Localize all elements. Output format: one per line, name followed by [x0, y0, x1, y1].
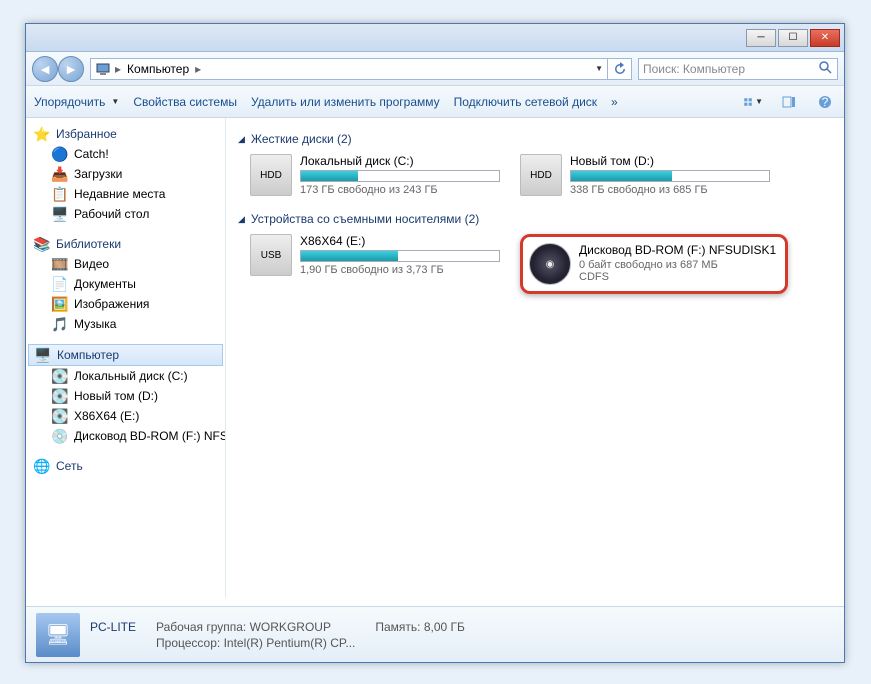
- status-name: PC-LITE: [90, 620, 136, 634]
- navbar: ◄ ► ▸ Компьютер ▸ ▼ Поиск: Компьютер: [26, 52, 844, 86]
- sidebar-item-drive-e[interactable]: 💽X86X64 (E:): [26, 406, 225, 426]
- recent-icon: 📋: [52, 186, 68, 202]
- refresh-button[interactable]: [608, 58, 632, 80]
- libraries-icon: 📚: [34, 236, 50, 252]
- sidebar-item-desktop[interactable]: 🖥️Рабочий стол: [26, 204, 225, 224]
- drive-e[interactable]: USB X86X64 (E:) 1,90 ГБ свободно из 3,73…: [250, 234, 500, 294]
- minimize-button[interactable]: ─: [746, 29, 776, 47]
- network-icon: 🌐: [34, 458, 50, 474]
- catch-icon: 🔵: [52, 146, 68, 162]
- address-bar[interactable]: ▸ Компьютер ▸ ▼: [90, 58, 608, 80]
- explorer-window: ─ ☐ ✕ ◄ ► ▸ Компьютер ▸ ▼ Поиск: Компьют…: [25, 23, 845, 663]
- drive-icon: 💽: [52, 408, 68, 424]
- organize-button[interactable]: Упорядочить▼: [34, 95, 119, 109]
- titlebar[interactable]: ─ ☐ ✕: [26, 24, 844, 52]
- sidebar-computer[interactable]: 🖥️ Компьютер: [28, 344, 223, 366]
- drive-free: 338 ГБ свободно из 685 ГБ: [570, 184, 770, 196]
- usage-bar: [300, 170, 500, 182]
- computer-icon: 🖥️: [35, 347, 51, 363]
- search-placeholder: Поиск: Компьютер: [643, 62, 745, 76]
- star-icon: ⭐: [34, 126, 50, 142]
- documents-icon: 📄: [52, 276, 68, 292]
- drive-label: Новый том (D:): [570, 154, 770, 168]
- pictures-icon: 🖼️: [52, 296, 68, 312]
- collapse-icon: ◢: [238, 214, 245, 225]
- breadcrumb-arrow[interactable]: ▸: [191, 62, 205, 76]
- preview-pane-button[interactable]: [778, 91, 800, 113]
- drive-label: X86X64 (E:): [300, 234, 500, 248]
- drive-fs: CDFS: [579, 271, 779, 283]
- help-button[interactable]: ?: [814, 91, 836, 113]
- usage-bar: [300, 250, 500, 262]
- sidebar-item-catch[interactable]: 🔵Catch!: [26, 144, 225, 164]
- forward-button[interactable]: ►: [58, 56, 84, 82]
- cpu-label: Процессор:: [156, 636, 220, 650]
- content-pane: ◢ Жесткие диски (2) HDD Локальный диск (…: [226, 118, 844, 598]
- address-dropdown[interactable]: ▼: [595, 64, 603, 73]
- maximize-button[interactable]: ☐: [778, 29, 808, 47]
- workgroup-label: Рабочая группа:: [156, 620, 246, 634]
- video-icon: 🎞️: [52, 256, 68, 272]
- drive-icon: 💽: [52, 368, 68, 384]
- search-icon: [817, 59, 833, 78]
- computer-icon: [95, 61, 111, 77]
- memory-value: 8,00 ГБ: [424, 620, 465, 634]
- drive-icon: 💽: [52, 388, 68, 404]
- music-icon: 🎵: [52, 316, 68, 332]
- search-input[interactable]: Поиск: Компьютер: [638, 58, 838, 80]
- drive-label: Локальный диск (C:): [300, 154, 500, 168]
- group-hard-disks[interactable]: ◢ Жесткие диски (2): [238, 132, 832, 146]
- breadcrumb-computer[interactable]: Компьютер: [125, 62, 191, 76]
- system-properties-button[interactable]: Свойства системы: [133, 95, 237, 109]
- close-button[interactable]: ✕: [810, 29, 840, 47]
- workgroup-value: WORKGROUP: [250, 620, 331, 634]
- usage-bar: [570, 170, 770, 182]
- sidebar-item-documents[interactable]: 📄Документы: [26, 274, 225, 294]
- sidebar-item-downloads[interactable]: 📥Загрузки: [26, 164, 225, 184]
- toolbar-more[interactable]: »: [611, 95, 618, 109]
- sidebar-item-recent[interactable]: 📋Недавние места: [26, 184, 225, 204]
- drive-d[interactable]: HDD Новый том (D:) 338 ГБ свободно из 68…: [520, 154, 770, 196]
- hdd-icon: HDD: [250, 154, 292, 196]
- removable-icon: USB: [250, 234, 292, 276]
- drive-c[interactable]: HDD Локальный диск (C:) 173 ГБ свободно …: [250, 154, 500, 196]
- drive-free: 1,90 ГБ свободно из 3,73 ГБ: [300, 264, 500, 276]
- sidebar-favorites[interactable]: ⭐ Избранное: [26, 124, 225, 144]
- sidebar-libraries[interactable]: 📚 Библиотеки: [26, 234, 225, 254]
- svg-text:?: ?: [822, 95, 829, 109]
- sidebar-item-drive-d[interactable]: 💽Новый том (D:): [26, 386, 225, 406]
- collapse-icon: ◢: [238, 134, 245, 145]
- drive-free: 0 байт свободно из 687 МБ: [579, 259, 779, 271]
- group-removable[interactable]: ◢ Устройства со съемными носителями (2): [238, 212, 832, 226]
- disc-icon: 💿: [52, 428, 68, 444]
- breadcrumb-arrow[interactable]: ▸: [111, 62, 125, 76]
- hdd-icon: HDD: [520, 154, 562, 196]
- view-button[interactable]: ▼: [742, 91, 764, 113]
- cpu-value: Intel(R) Pentium(R) CP...: [224, 636, 356, 650]
- bdrom-icon: ◉: [529, 243, 571, 285]
- computer-large-icon: 🖥: [36, 613, 80, 657]
- drive-f-highlighted[interactable]: ◉ Дисковод BD-ROM (F:) NFSUDISK1 0 байт …: [520, 234, 788, 294]
- sidebar-item-pictures[interactable]: 🖼️Изображения: [26, 294, 225, 314]
- sidebar-item-drive-c[interactable]: 💽Локальный диск (C:): [26, 366, 225, 386]
- drive-free: 173 ГБ свободно из 243 ГБ: [300, 184, 500, 196]
- downloads-icon: 📥: [52, 166, 68, 182]
- sidebar-item-videos[interactable]: 🎞️Видео: [26, 254, 225, 274]
- memory-label: Память:: [375, 620, 420, 634]
- uninstall-button[interactable]: Удалить или изменить программу: [251, 95, 440, 109]
- desktop-icon: 🖥️: [52, 206, 68, 222]
- sidebar-item-music[interactable]: 🎵Музыка: [26, 314, 225, 334]
- back-button[interactable]: ◄: [32, 56, 58, 82]
- statusbar: 🖥 PC-LITE Рабочая группа: WORKGROUP Памя…: [26, 606, 844, 662]
- sidebar: ⭐ Избранное 🔵Catch! 📥Загрузки 📋Недавние …: [26, 118, 226, 598]
- sidebar-network[interactable]: 🌐 Сеть: [26, 456, 225, 476]
- map-drive-button[interactable]: Подключить сетевой диск: [454, 95, 597, 109]
- refresh-icon: [612, 61, 628, 77]
- toolbar: Упорядочить▼ Свойства системы Удалить ил…: [26, 86, 844, 118]
- drive-label: Дисковод BD-ROM (F:) NFSUDISK1: [579, 243, 779, 257]
- sidebar-item-drive-f[interactable]: 💿Дисковод BD-ROM (F:) NFSU: [26, 426, 225, 446]
